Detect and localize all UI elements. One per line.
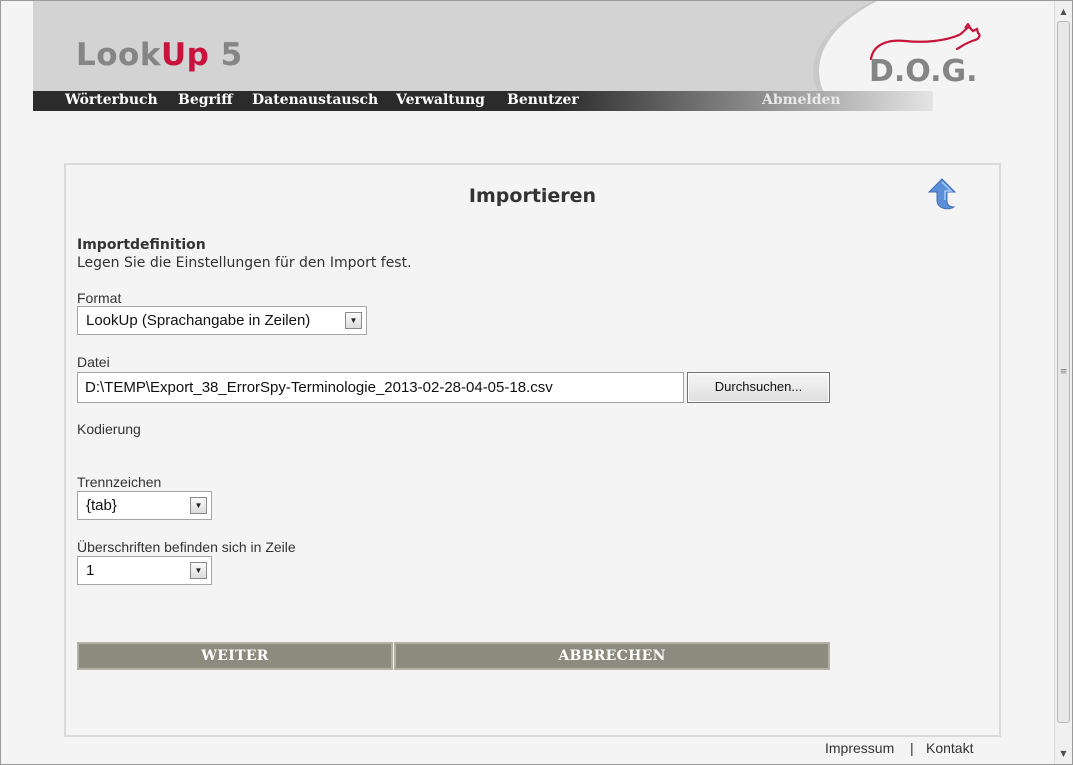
logout-link[interactable]: Abmelden: [762, 92, 841, 108]
vertical-scrollbar[interactable]: ▲ ≡ ▼: [1054, 1, 1072, 764]
app-logo: LookUp 5: [76, 37, 243, 73]
format-label: Format: [77, 290, 122, 306]
arrow-up-icon[interactable]: [926, 177, 958, 211]
page-title: Importieren: [468, 185, 597, 207]
file-path-input[interactable]: D:\TEMP\Export_38_ErrorSpy-Terminologie_…: [77, 372, 684, 403]
nav-item-verwaltung[interactable]: Verwaltung: [396, 92, 485, 108]
cancel-button[interactable]: ABBRECHEN: [394, 642, 830, 670]
logo-version: 5: [220, 37, 243, 73]
separator-label: Trennzeichen: [77, 474, 162, 490]
scroll-thumb[interactable]: ≡: [1057, 21, 1070, 723]
section-heading: Importdefinition: [77, 237, 206, 253]
nav-item-benutzer[interactable]: Benutzer: [507, 92, 579, 108]
separator-select-value: {tab}: [86, 497, 117, 514]
scroll-up-icon[interactable]: ▲: [1055, 3, 1072, 20]
contact-link[interactable]: Kontakt: [926, 740, 973, 756]
header-row-select[interactable]: 1 ▼: [77, 556, 212, 585]
dog-logo: D.O.G.: [869, 23, 981, 85]
encoding-label: Kodierung: [77, 421, 141, 437]
browse-button[interactable]: Durchsuchen...: [687, 372, 830, 403]
nav-item-datenaustausch[interactable]: Datenaustausch: [252, 92, 378, 108]
chevron-down-icon[interactable]: ▼: [190, 497, 207, 514]
logo-text-up: Up: [160, 37, 210, 73]
app-header: LookUp 5 D.O.G.: [33, 1, 1052, 91]
imprint-link[interactable]: Impressum: [825, 740, 894, 756]
nav-item-woerterbuch[interactable]: Wörterbuch: [65, 92, 158, 108]
section-description: Legen Sie die Einstellungen für den Impo…: [77, 255, 412, 271]
import-panel: Importieren Importdefinition Legen Sie d…: [64, 163, 1001, 737]
file-label: Datei: [77, 354, 110, 370]
chevron-down-icon[interactable]: ▼: [345, 312, 362, 329]
scroll-down-icon[interactable]: ▼: [1055, 745, 1072, 762]
format-select-value: LookUp (Sprachangabe in Zeilen): [86, 312, 311, 329]
header-row-label: Überschriften befinden sich in Zeile: [77, 539, 296, 555]
format-select[interactable]: LookUp (Sprachangabe in Zeilen) ▼: [77, 306, 367, 335]
next-button[interactable]: WEITER: [77, 642, 393, 670]
logo-text-look: Look: [76, 37, 161, 73]
footer-separator: |: [910, 740, 914, 756]
separator-select[interactable]: {tab} ▼: [77, 491, 212, 520]
nav-item-begriff[interactable]: Begriff: [178, 92, 233, 108]
header-row-select-value: 1: [86, 562, 95, 579]
main-navigation: Wörterbuch Begriff Datenaustausch Verwal…: [33, 91, 933, 111]
chevron-down-icon[interactable]: ▼: [190, 562, 207, 579]
dog-logo-text: D.O.G.: [869, 54, 978, 85]
